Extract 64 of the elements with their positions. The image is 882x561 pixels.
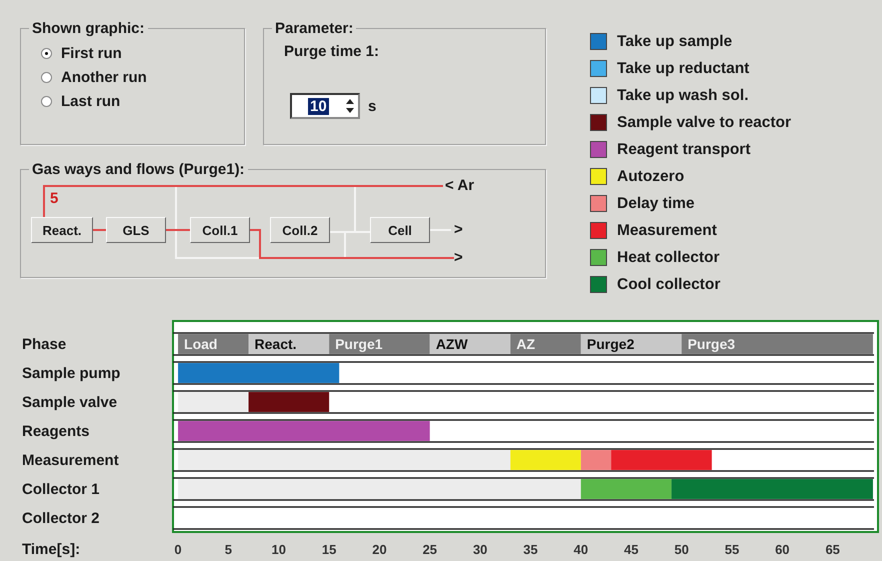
legend-label: Delay time — [617, 194, 695, 212]
row-label: Phase — [22, 336, 66, 353]
outlet-label: > — [454, 221, 463, 238]
row-label: Reagents — [22, 423, 90, 440]
legend-label: Take up reductant — [617, 60, 750, 78]
legend-label: Heat collector — [617, 248, 720, 266]
inlet-label: < Ar — [445, 177, 474, 194]
radio-icon[interactable] — [41, 72, 52, 83]
phase-label: Purge1 — [335, 336, 383, 352]
radio-label: Last run — [61, 93, 120, 110]
legend-label: Autozero — [617, 168, 684, 186]
group-title: Parameter: — [274, 20, 354, 37]
tick-label: 20 — [372, 542, 387, 557]
node-button[interactable]: Coll.1 — [190, 217, 250, 243]
legend-label: Reagent transport — [617, 140, 750, 158]
outlet-label: > — [454, 249, 463, 266]
unit-label: s — [368, 98, 376, 114]
radio-label: First run — [61, 45, 122, 62]
row-label: Sample pump — [22, 365, 120, 382]
phase-label: React. — [254, 336, 297, 352]
legend-label: Cool collector — [617, 276, 720, 294]
radio-option[interactable]: First run — [41, 45, 244, 62]
tick-label: 60 — [775, 542, 790, 557]
legend-label: Sample valve to reactor — [617, 114, 792, 132]
tick-label: 35 — [523, 542, 538, 557]
phase-label: Purge3 — [688, 336, 736, 352]
tick-label: 10 — [272, 542, 286, 557]
group-title: Shown graphic: — [31, 20, 146, 37]
tick-label: 30 — [472, 542, 488, 557]
legend-label: Measurement — [617, 222, 717, 240]
node-button[interactable]: React. — [31, 217, 93, 243]
tick-label: 40 — [574, 542, 588, 557]
radio-option[interactable]: Last run — [41, 93, 244, 110]
axis-title: Time[s]: — [22, 541, 80, 558]
node-button[interactable]: GLS — [106, 217, 166, 243]
node-button[interactable]: Cell — [370, 217, 430, 243]
legend-label: Take up sample — [617, 32, 732, 50]
spin-arrows-icon[interactable] — [344, 97, 356, 115]
tick-label: 25 — [422, 542, 438, 557]
phase-label: AZ — [516, 336, 536, 352]
row-label: Collector 1 — [22, 481, 100, 498]
tick-label: 0 — [174, 542, 182, 557]
node-button[interactable]: Coll.2 — [270, 217, 330, 243]
tick-label: 5 — [224, 542, 232, 557]
tick-label: 45 — [624, 542, 638, 557]
radio-label: Another run — [61, 69, 147, 86]
radio-icon[interactable] — [41, 48, 52, 59]
radio-icon[interactable] — [41, 96, 52, 107]
tick-label: 55 — [724, 542, 740, 557]
group-title: Gas ways and flows (Purge1): — [31, 161, 246, 178]
field-label: Purge time 1: — [283, 42, 380, 60]
row-label: Sample valve — [22, 394, 118, 411]
radio-option[interactable]: Another run — [41, 69, 244, 86]
phase-label: Load — [184, 336, 218, 352]
row-label: Collector 2 — [22, 510, 100, 527]
row-label: Measurement — [22, 452, 119, 469]
tick-label: 50 — [674, 542, 689, 557]
legend-label: Take up wash sol. — [617, 86, 749, 104]
tick-label: 65 — [825, 542, 840, 557]
tick-label: 15 — [322, 542, 336, 557]
phase-label: AZW — [436, 336, 468, 352]
phase-label: Purge2 — [586, 336, 634, 352]
count-label: 5 — [50, 190, 58, 207]
spin-field[interactable]: 10 — [290, 93, 360, 119]
